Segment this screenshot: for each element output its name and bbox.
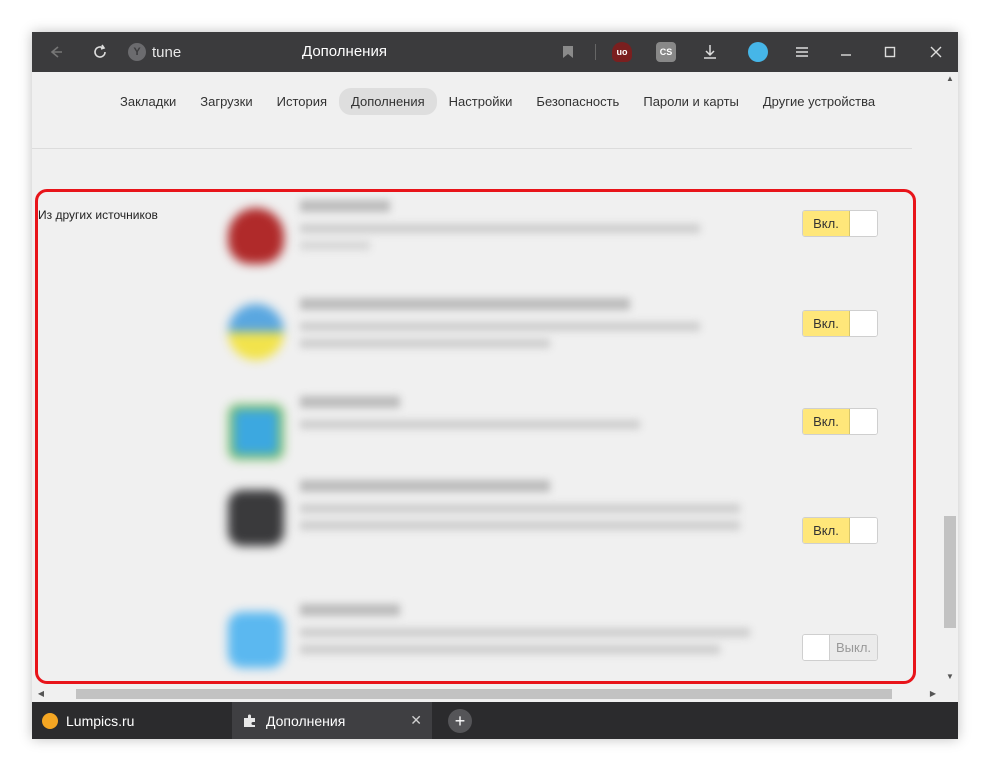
extension-text-blurred bbox=[300, 200, 700, 250]
extension-globe-icon[interactable] bbox=[748, 42, 768, 62]
extension-text-blurred bbox=[300, 298, 700, 348]
lumpics-favicon-icon bbox=[42, 712, 58, 729]
download-icon[interactable] bbox=[698, 32, 722, 72]
yandex-logo-icon: Y bbox=[128, 43, 146, 61]
extension-logo-icon bbox=[228, 404, 284, 460]
page-title: Дополнения bbox=[302, 43, 387, 60]
extension-text-blurred bbox=[300, 604, 750, 654]
menu-icon[interactable] bbox=[790, 32, 814, 72]
browser-tab-lumpics[interactable]: Lumpics.ru bbox=[32, 702, 232, 739]
extension-row: Выкл. bbox=[228, 604, 908, 686]
extension-logo-icon bbox=[228, 304, 284, 360]
minimize-icon[interactable] bbox=[834, 32, 858, 72]
ublock-extension-icon[interactable]: uo bbox=[612, 42, 632, 62]
horizontal-scrollbar[interactable]: ◀ ▶ bbox=[32, 686, 942, 702]
address-text: tune bbox=[152, 43, 182, 61]
extension-row: Вкл. bbox=[228, 480, 908, 580]
close-window-icon[interactable] bbox=[924, 32, 948, 72]
extension-toggle[interactable]: Вкл. bbox=[802, 310, 878, 337]
address-bar[interactable]: Y tune bbox=[128, 40, 181, 64]
extension-toggle[interactable]: Вкл. bbox=[802, 408, 878, 435]
bookmark-icon[interactable] bbox=[556, 32, 580, 72]
extension-logo-icon bbox=[228, 208, 284, 264]
maximize-icon[interactable] bbox=[878, 32, 902, 72]
extension-logo-icon bbox=[228, 612, 284, 668]
toggle-knob bbox=[850, 409, 877, 434]
toggle-knob bbox=[850, 518, 877, 543]
puzzle-icon bbox=[242, 713, 258, 729]
toggle-on-label: Вкл. bbox=[803, 518, 850, 543]
tab-label: Дополнения bbox=[266, 712, 346, 729]
toggle-on-label: Вкл. bbox=[803, 311, 850, 336]
scroll-up-arrow-icon[interactable]: ▲ bbox=[942, 72, 958, 86]
section-label: Из других источников bbox=[38, 208, 158, 222]
extension-text-blurred bbox=[300, 480, 740, 530]
settings-content: Закладки Загрузки История Дополнения Нас… bbox=[32, 72, 942, 686]
tab-label: Lumpics.ru bbox=[66, 712, 135, 729]
tab-history[interactable]: История bbox=[265, 88, 339, 115]
extension-row: Вкл. bbox=[228, 298, 908, 388]
toggle-on-label: Вкл. bbox=[803, 409, 850, 434]
toolbar-divider bbox=[595, 44, 596, 60]
css-extension-icon[interactable]: CS bbox=[656, 42, 676, 62]
toggle-knob bbox=[850, 311, 877, 336]
tab-passwords[interactable]: Пароли и карты bbox=[631, 88, 751, 115]
extension-toggle[interactable]: Вкл. bbox=[802, 210, 878, 237]
horizontal-scroll-thumb[interactable] bbox=[76, 689, 892, 699]
vertical-scrollbar[interactable]: ▲ ▼ bbox=[942, 72, 958, 686]
extension-toggle[interactable]: Вкл. bbox=[802, 517, 878, 544]
nav-divider bbox=[32, 148, 912, 149]
tab-extensions[interactable]: Дополнения bbox=[339, 88, 437, 115]
close-tab-icon[interactable]: ✕ bbox=[410, 702, 422, 739]
browser-tab-extensions[interactable]: Дополнения ✕ bbox=[232, 702, 432, 739]
toggle-on-label: Вкл. bbox=[803, 211, 850, 236]
tab-bar: Lumpics.ru Дополнения ✕ + bbox=[32, 702, 958, 739]
toggle-knob bbox=[803, 635, 829, 660]
tab-other-devices[interactable]: Другие устройства bbox=[751, 88, 887, 115]
extension-row: Вкл. bbox=[228, 396, 908, 476]
back-icon[interactable] bbox=[42, 32, 70, 72]
toggle-knob bbox=[850, 211, 877, 236]
extension-row: Вкл. bbox=[228, 200, 908, 280]
browser-window: Y tune Дополнения uo CS Закладки Загрузк… bbox=[32, 32, 958, 739]
new-tab-button[interactable]: + bbox=[448, 709, 472, 733]
tab-downloads[interactable]: Загрузки bbox=[188, 88, 264, 115]
vertical-scroll-thumb[interactable] bbox=[944, 516, 956, 628]
extension-logo-icon bbox=[228, 490, 284, 546]
reload-icon[interactable] bbox=[86, 32, 114, 72]
extension-text-blurred bbox=[300, 396, 640, 429]
scroll-down-arrow-icon[interactable]: ▼ bbox=[942, 670, 958, 684]
title-bar: Y tune Дополнения uo CS bbox=[32, 32, 958, 72]
toggle-off-label: Выкл. bbox=[829, 635, 877, 660]
tab-security[interactable]: Безопасность bbox=[524, 88, 631, 115]
settings-nav: Закладки Загрузки История Дополнения Нас… bbox=[108, 88, 887, 115]
tab-settings[interactable]: Настройки bbox=[437, 88, 525, 115]
tab-bookmarks[interactable]: Закладки bbox=[108, 88, 188, 115]
scroll-left-arrow-icon[interactable]: ◀ bbox=[34, 686, 48, 702]
extension-toggle[interactable]: Выкл. bbox=[802, 634, 878, 661]
scroll-right-arrow-icon[interactable]: ▶ bbox=[926, 686, 940, 702]
